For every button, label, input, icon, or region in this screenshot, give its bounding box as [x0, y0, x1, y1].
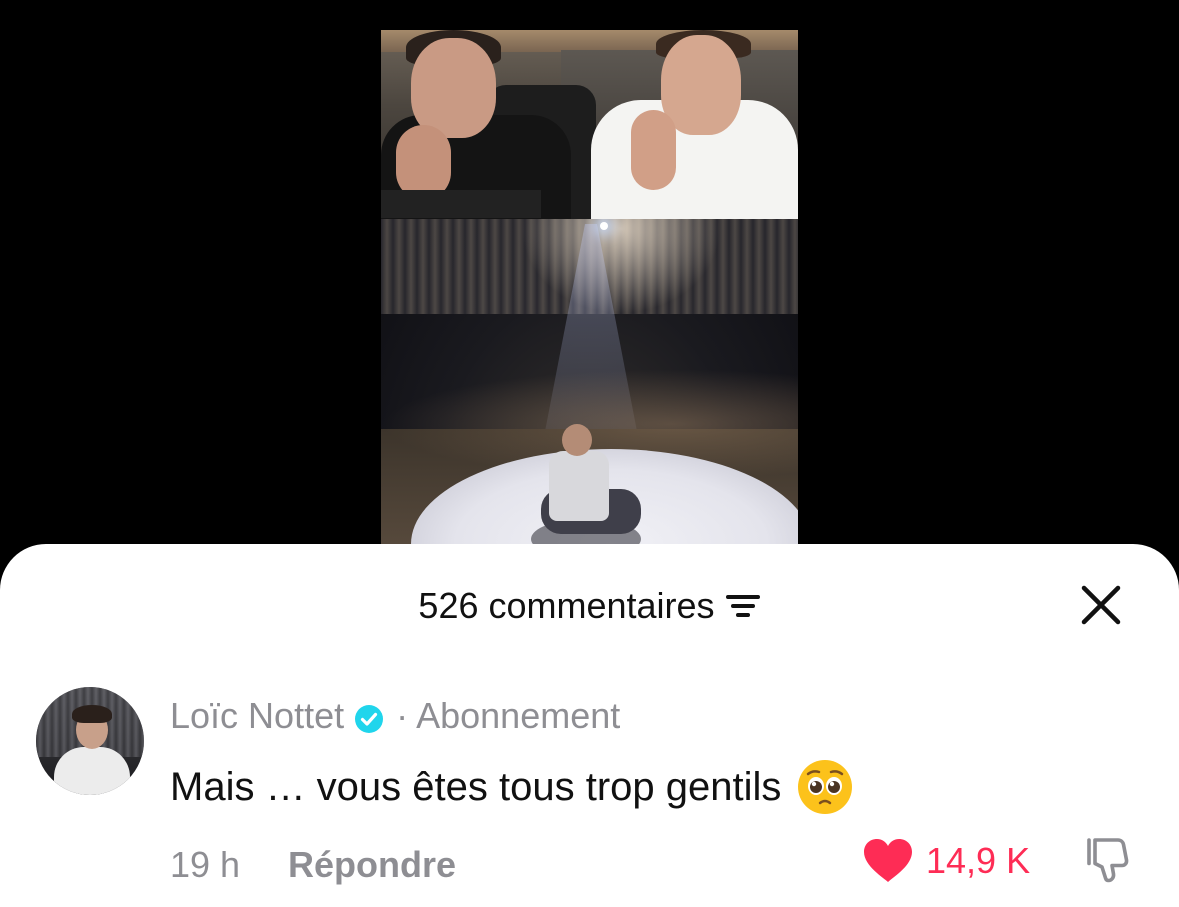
like-count: 14,9 K — [926, 840, 1031, 881]
comments-header: 526 commentaires — [0, 586, 1179, 626]
comment-text: Mais … vous êtes tous trop gentils — [170, 764, 782, 809]
tiktok-comments-screen: 526 commentaires Loïc Nottet · Abonnemen… — [0, 0, 1179, 907]
thumbs-down-icon[interactable] — [1082, 834, 1134, 886]
comment-author[interactable]: Loïc Nottet — [170, 695, 344, 737]
reply-button[interactable]: Répondre — [288, 844, 456, 886]
filter-lines-icon[interactable] — [725, 593, 761, 619]
close-icon[interactable] — [1078, 582, 1124, 628]
separator-dot: · — [396, 695, 409, 736]
comment-footer: 19 h Répondre 14,9 K — [170, 838, 1132, 886]
comment-text-row: Mais … vous êtes tous trop gentils — [170, 759, 853, 815]
pleading-face-emoji — [797, 759, 853, 815]
avatar[interactable] — [36, 687, 144, 795]
verified-badge-icon — [354, 701, 384, 733]
like-button[interactable]: 14,9 K — [862, 838, 1030, 884]
stage-performance-clip — [381, 219, 798, 560]
comments-sheet: 526 commentaires Loïc Nottet · Abonnemen… — [0, 544, 1179, 907]
follow-status: Abonnement — [416, 695, 621, 736]
comments-count-title: 526 commentaires — [418, 585, 715, 626]
video-player[interactable] — [381, 30, 798, 560]
comment-header: Loïc Nottet · Abonnement — [170, 695, 620, 737]
comment-time: 19 h — [170, 844, 241, 885]
reaction-cam — [381, 30, 798, 219]
heart-icon — [864, 839, 912, 882]
